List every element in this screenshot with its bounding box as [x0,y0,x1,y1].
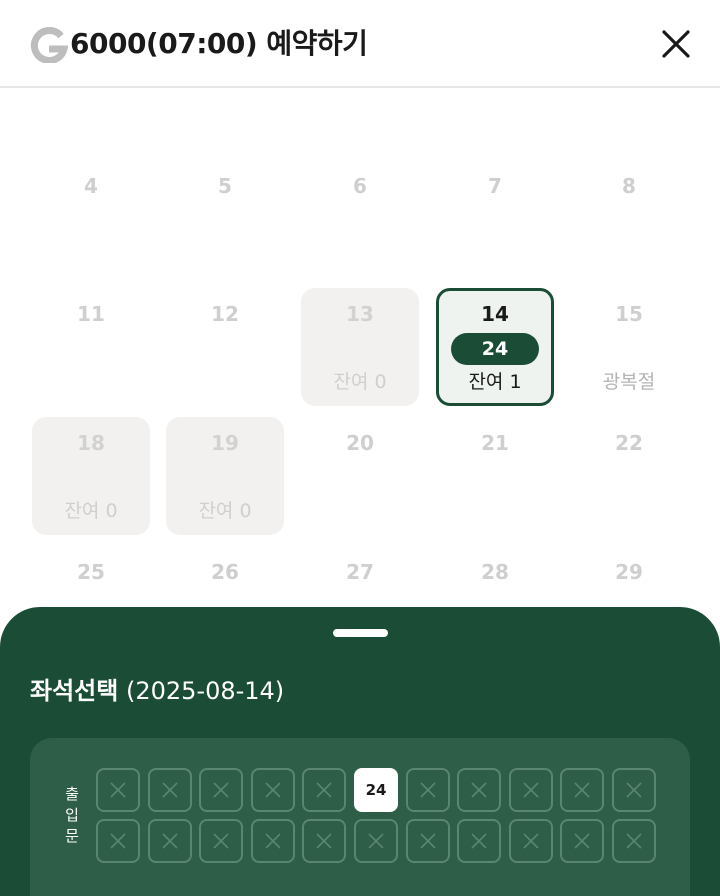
seat-unavailable [354,819,398,863]
calendar-day-20: 20 [301,417,419,535]
calendar-day-number: 26 [211,560,239,584]
x-icon [368,833,384,849]
calendar-day-13[interactable]: 13 잔여 0 [301,288,419,406]
entrance-label: 출 입 문 [65,785,79,845]
x-icon [574,833,590,849]
seat-unavailable [148,768,192,812]
x-icon [316,782,332,798]
seat-unavailable [406,819,450,863]
calendar-day-19[interactable]: 19 잔여 0 [166,417,284,535]
x-icon [213,833,229,849]
seat-unavailable [560,768,604,812]
seat-unavailable [406,768,450,812]
calendar-day-number: 6 [353,174,367,198]
calendar-day-6: 6 [301,160,419,278]
x-icon [420,833,436,849]
calendar-day-15: 15 광복절 [570,288,688,406]
calendar-day-4: 4 [32,160,150,278]
remaining-seats-label: 잔여 0 [333,371,387,393]
x-icon [162,782,178,798]
calendar-day-number: 25 [77,560,105,584]
calendar-day-number: 14 [481,302,509,326]
calendar-day-22: 22 [570,417,688,535]
seat-unavailable [199,768,243,812]
calendar-day-number: 21 [481,431,509,455]
seat-unavailable [251,768,295,812]
seat-selection-date: (2025-08-14) [125,677,285,705]
calendar-day-number: 5 [218,174,232,198]
calendar-day-number: 28 [481,560,509,584]
seat-selection-label: 좌석선택 [30,677,119,705]
calendar-day-number: 4 [84,174,98,198]
seat-unavailable [612,819,656,863]
x-icon [316,833,332,849]
calendar-day-number: 19 [211,431,239,455]
calendar-day-12: 12 [166,288,284,406]
calendar-day-number: 8 [622,174,636,198]
calendar-day-14[interactable]: 14 24 잔여 1 [436,288,554,406]
calendar-day-number: 27 [346,560,374,584]
x-icon [162,833,178,849]
seat-available-24[interactable]: 24 [354,768,398,812]
seat-unavailable [509,819,553,863]
x-icon [574,782,590,798]
calendar-day-11: 11 [32,288,150,406]
x-icon [265,833,281,849]
seat-selection-sheet: 좌석선택 (2025-08-14) 출 입 문 24 [0,607,720,896]
x-icon [110,833,126,849]
calendar-day-8: 8 [570,160,688,278]
seat-unavailable [148,819,192,863]
header: 6000(07:00) 예약하기 [0,0,720,88]
calendar-day-5: 5 [166,160,284,278]
x-icon [420,782,436,798]
x-icon [523,833,539,849]
selected-day-badge: 24 [451,333,539,365]
x-icon [523,782,539,798]
seat-unavailable [457,768,501,812]
x-icon [213,782,229,798]
calendar-day-number: 18 [77,431,105,455]
remaining-seats-label: 잔여 0 [198,500,252,522]
seat-unavailable [509,768,553,812]
seat-unavailable [96,768,140,812]
sheet-drag-handle[interactable] [333,629,388,637]
seat-unavailable [96,819,140,863]
calendar-day-number: 22 [615,431,643,455]
calendar-day-number: 15 [615,302,643,326]
calendar-day-number: 20 [346,431,374,455]
x-icon [471,782,487,798]
seat-unavailable [251,819,295,863]
calendar-day-number: 29 [615,560,643,584]
calendar-day-18[interactable]: 18 잔여 0 [32,417,150,535]
seat-unavailable [199,819,243,863]
g-logo-icon [30,27,68,63]
seat-unavailable [560,819,604,863]
remaining-seats-label: 잔여 1 [468,371,522,393]
seat-unavailable [302,768,346,812]
x-icon [265,782,281,798]
x-icon [110,782,126,798]
seat-unavailable [302,819,346,863]
x-icon [471,833,487,849]
calendar-day-number: 13 [346,302,374,326]
x-icon [626,833,642,849]
seat-selection-title: 좌석선택 (2025-08-14) [30,675,284,707]
seat-unavailable [612,768,656,812]
holiday-label: 광복절 [602,371,656,393]
seat-map: 출 입 문 24 [30,738,690,896]
calendar-grid: 4 5 6 7 8 11 12 13 잔여 0 14 24 잔여 1 15 광복절 18 잔여 0 19 잔여 0… [0,90,720,610]
seat-unavailable [457,819,501,863]
close-icon[interactable] [658,26,694,62]
seat-number: 24 [365,781,387,799]
page-title: 6000(07:00) 예약하기 [70,27,368,60]
x-icon [626,782,642,798]
remaining-seats-label: 잔여 0 [64,500,118,522]
calendar-day-number: 11 [77,302,105,326]
calendar-day-number: 7 [488,174,502,198]
calendar-day-21: 21 [436,417,554,535]
calendar-day-number: 12 [211,302,239,326]
calendar-day-7: 7 [436,160,554,278]
